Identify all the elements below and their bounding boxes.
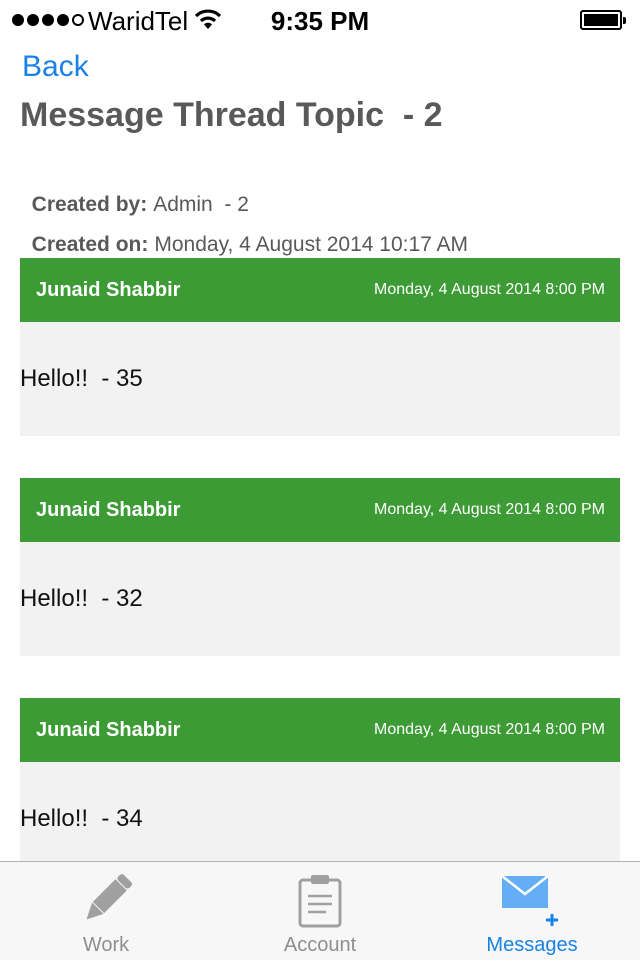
message-card: Junaid Shabbir Monday, 4 August 2014 8:0… (20, 698, 620, 861)
message-author: Junaid Shabbir (36, 278, 181, 301)
status-time: 9:35 PM (270, 6, 370, 36)
created-on-row: Created on: Monday, 4 August 2014 10:17 A… (20, 209, 468, 257)
message-body: Hello!! - 35 (20, 322, 620, 436)
message-header: Junaid Shabbir Monday, 4 August 2014 8:0… (20, 258, 620, 322)
message-body: Hello!! - 34 (20, 762, 620, 861)
tab-label: Messages (486, 934, 578, 956)
message-author: Junaid Shabbir (36, 718, 181, 741)
envelope-plus-icon (500, 874, 566, 931)
message-author: Junaid Shabbir (36, 498, 181, 521)
created-on-label: Created on: (31, 233, 149, 256)
tab-account[interactable]: Account (220, 862, 420, 961)
pencil-icon (80, 872, 134, 931)
message-date: Monday, 4 August 2014 8:00 PM (374, 721, 605, 738)
message-header: Junaid Shabbir Monday, 4 August 2014 8:0… (20, 698, 620, 762)
message-card: Junaid Shabbir Monday, 4 August 2014 8:0… (20, 478, 620, 656)
tab-work[interactable]: Work (6, 862, 206, 961)
clipboard-icon (298, 874, 342, 933)
message-date: Monday, 4 August 2014 8:00 PM (374, 501, 605, 518)
tab-bar: Work Account Messages (0, 861, 640, 960)
message-date: Monday, 4 August 2014 8:00 PM (374, 281, 605, 298)
tab-label: Work (82, 934, 130, 956)
message-card: Junaid Shabbir Monday, 4 August 2014 8:0… (20, 258, 620, 436)
page-title: Message Thread Topic - 2 (20, 96, 443, 134)
back-button[interactable]: Back (22, 50, 89, 84)
message-header: Junaid Shabbir Monday, 4 August 2014 8:0… (20, 478, 620, 542)
status-bar: WaridTel 9:35 PM (0, 0, 640, 40)
message-body: Hello!! - 32 (20, 542, 620, 656)
created-on-value: Monday, 4 August 2014 10:17 AM (154, 233, 469, 256)
message-list[interactable]: Junaid Shabbir Monday, 4 August 2014 8:0… (20, 258, 620, 861)
tab-label: Account (283, 934, 357, 956)
tab-messages[interactable]: Messages (432, 862, 632, 961)
battery-icon (580, 10, 626, 30)
